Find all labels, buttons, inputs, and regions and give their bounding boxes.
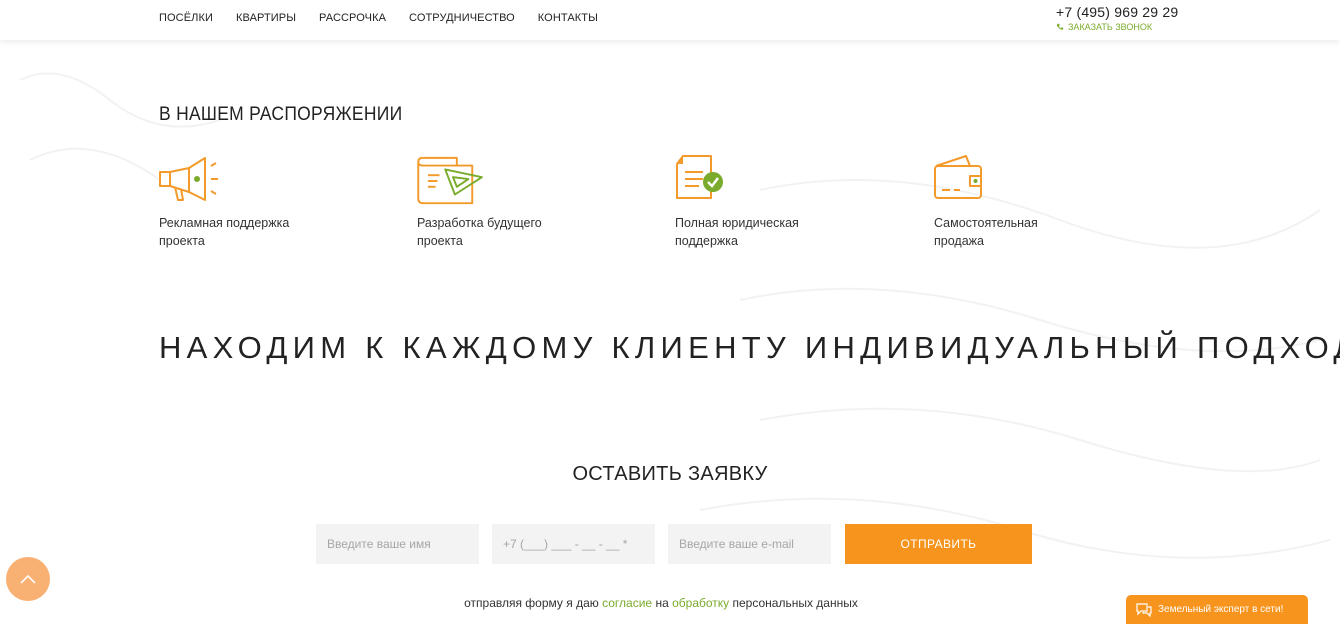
section-title: В НАШЕМ РАСПОРЯЖЕНИИ (159, 104, 403, 125)
feature-label: Рекламная поддержка проекта (159, 216, 290, 248)
chat-icon (1136, 602, 1152, 617)
site-header: ПОСЁЛКИ КВАРТИРЫ РАССРОЧКА СОТРУДНИЧЕСТВ… (0, 0, 1340, 40)
scroll-top-button[interactable] (6, 557, 50, 601)
callback-link[interactable]: ЗАКАЗАТЬ ЗВОНОК (1056, 22, 1178, 32)
request-form: ОТПРАВИТЬ (316, 524, 1032, 564)
feature-advertising: Рекламная поддержка проекта (159, 154, 309, 250)
main-nav: ПОСЁЛКИ КВАРТИРЫ РАССРОЧКА СОТРУДНИЧЕСТВ… (159, 12, 621, 24)
form-title: ОСТАВИТЬ ЗАЯВКУ (572, 463, 768, 485)
phone-icon (1056, 23, 1064, 30)
phone-number[interactable]: +7 (495) 969 29 29 (1056, 4, 1178, 20)
nav-item-installments[interactable]: РАССРОЧКА (319, 12, 386, 24)
feature-label: Самостоятельная продажа (934, 216, 1038, 248)
feature-development: Разработка будущего проекта (417, 154, 567, 250)
wallet-icon (934, 155, 982, 199)
email-input[interactable] (668, 524, 831, 564)
nav-item-villages[interactable]: ПОСЁЛКИ (159, 12, 213, 24)
blueprint-icon (417, 156, 483, 205)
nav-item-apartments[interactable]: КВАРТИРЫ (236, 12, 296, 24)
feature-self-sale: Самостоятельная продажа (934, 154, 1084, 250)
name-input[interactable] (316, 524, 479, 564)
document-check-icon (676, 155, 723, 199)
processing-link[interactable]: обработку (672, 596, 729, 610)
consent-text: отправляя форму я даю согласие на обрабо… (464, 596, 858, 610)
chat-widget[interactable]: Земельный эксперт в сети! (1126, 595, 1308, 624)
nav-item-contacts[interactable]: КОНТАКТЫ (538, 12, 598, 24)
chevron-up-icon (20, 574, 36, 584)
phone-input[interactable] (492, 524, 655, 564)
contact-block: +7 (495) 969 29 29 ЗАКАЗАТЬ ЗВОНОК (1056, 4, 1178, 32)
callback-label: ЗАКАЗАТЬ ЗВОНОК (1068, 22, 1153, 32)
megaphone-icon (159, 157, 218, 201)
feature-label: Полная юридическая поддержка (675, 216, 799, 248)
feature-legal: Полная юридическая поддержка (675, 154, 825, 250)
nav-item-cooperation[interactable]: СОТРУДНИЧЕСТВО (409, 12, 515, 24)
headline: НАХОДИМ К КАЖДОМУ КЛИЕНТУ ИНДИВИДУАЛЬНЫЙ… (159, 330, 1340, 365)
consent-link[interactable]: согласие (602, 596, 652, 610)
feature-label: Разработка будущего проекта (417, 216, 542, 248)
chat-label: Земельный эксперт в сети! (1158, 604, 1284, 615)
submit-button[interactable]: ОТПРАВИТЬ (845, 524, 1032, 564)
